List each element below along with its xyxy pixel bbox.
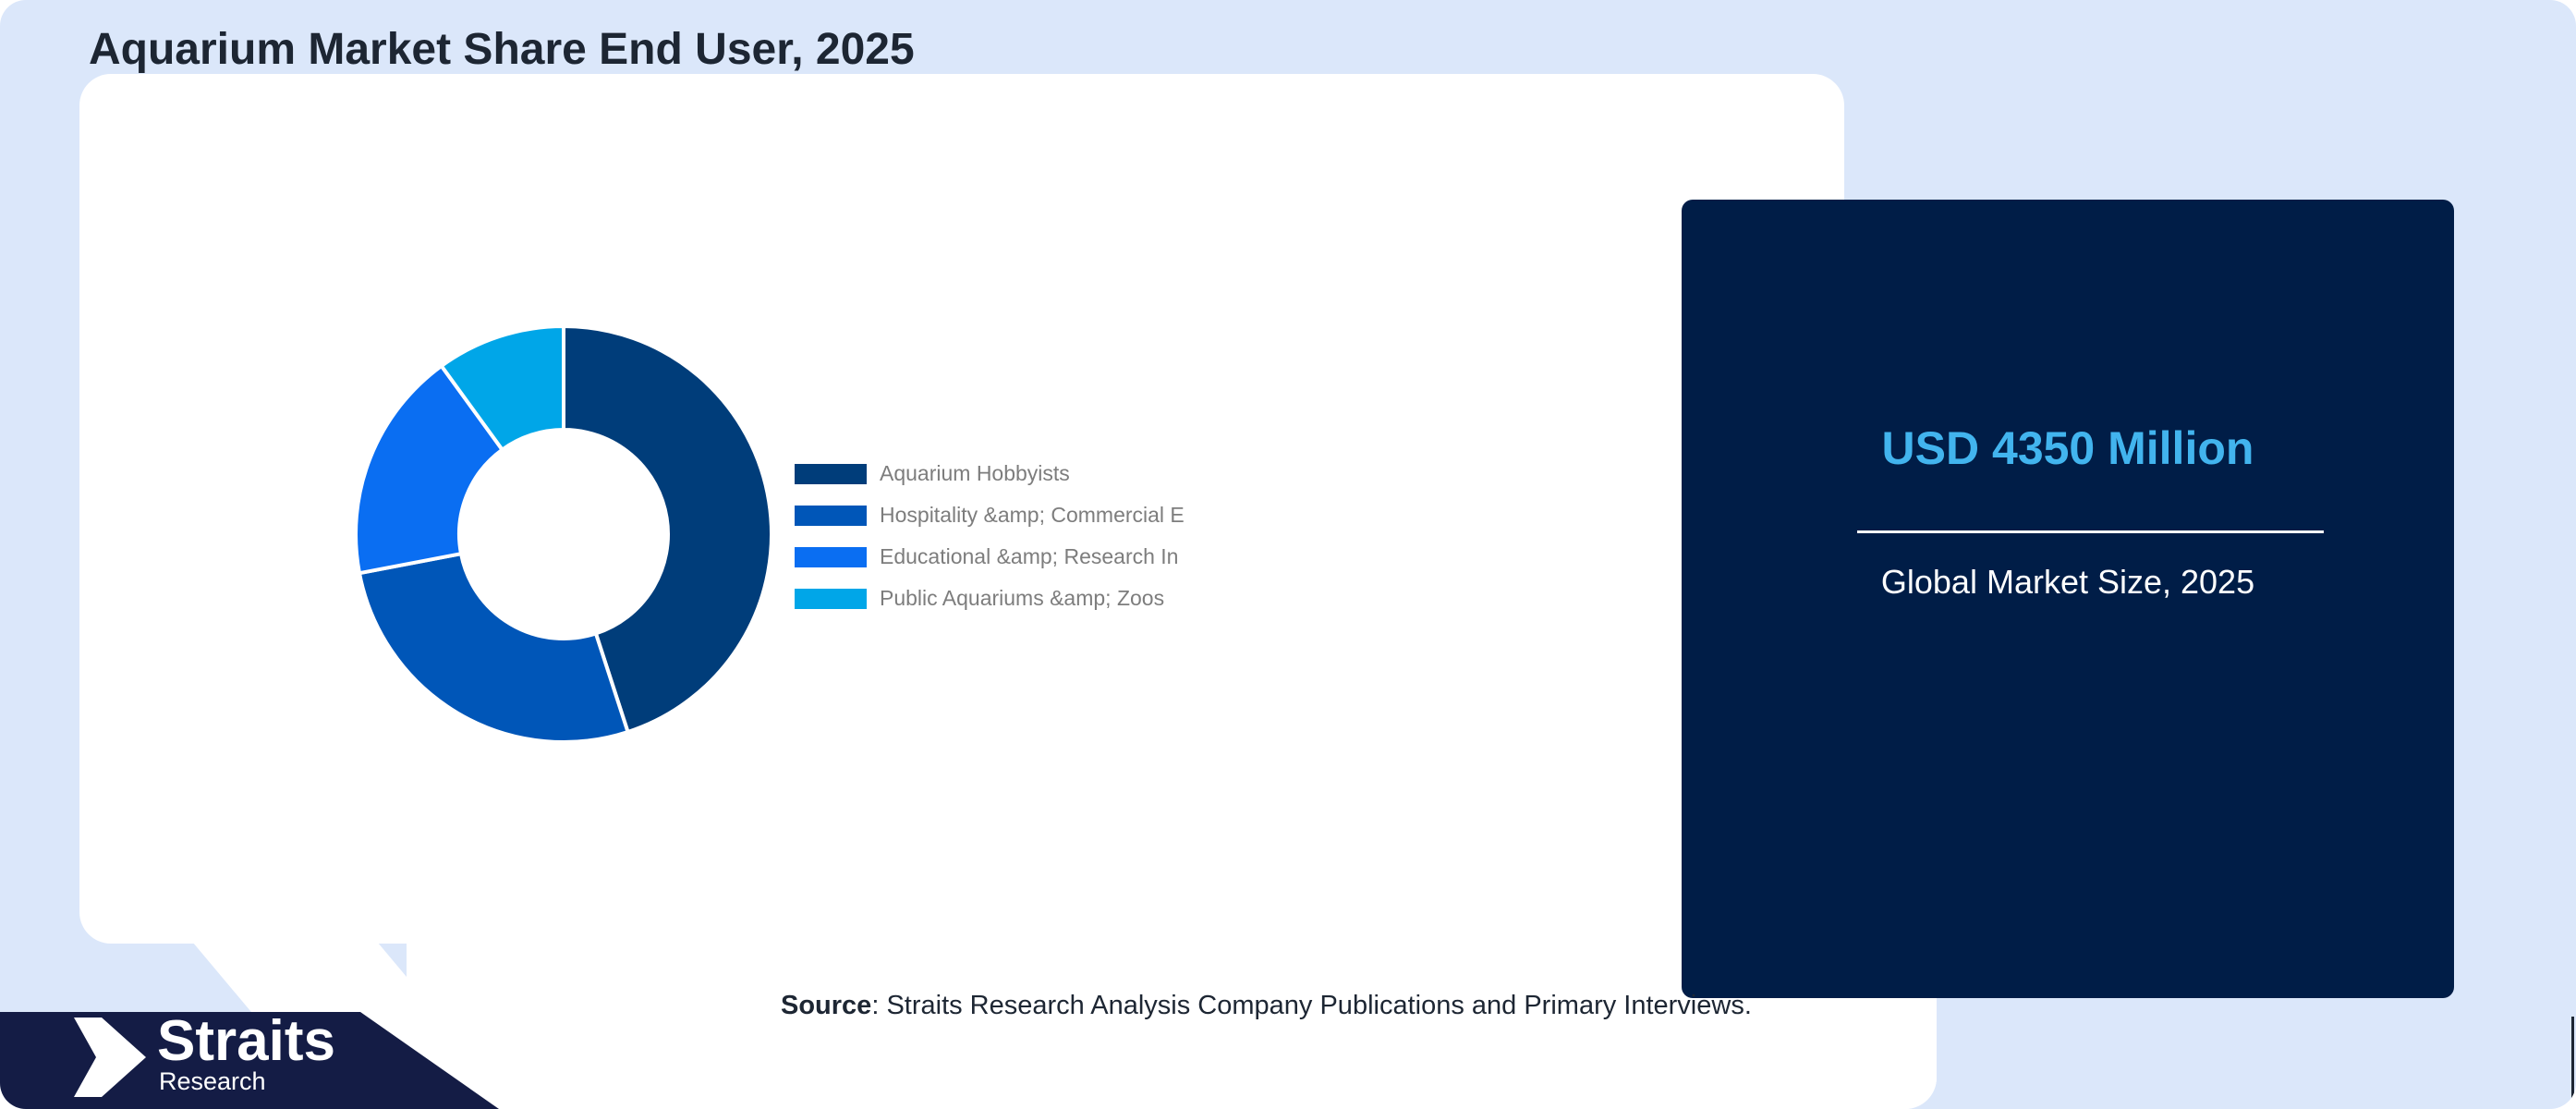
legend-label: Public Aquariums &amp; Zoos (880, 586, 1164, 610)
legend-swatch (795, 506, 867, 526)
donut-slice (357, 551, 631, 744)
market-size-panel: USD 4350 Million Global Market Size, 202… (1682, 200, 2454, 998)
chart-legend: Aquarium Hobbyists Hospitality &amp; Comm… (795, 461, 1185, 610)
legend-swatch (795, 464, 867, 484)
donut-slices (354, 323, 773, 744)
logo-subtitle: Research (159, 1067, 266, 1095)
legend-swatch (795, 589, 867, 609)
legend-label: Hospitality &amp; Commercial E (880, 503, 1185, 527)
straits-logo-icon (74, 1018, 146, 1097)
source-text: : Straits Research Analysis Company Publ… (871, 991, 1752, 1020)
market-size-value: USD 4350 Million (1881, 422, 2254, 474)
legend-swatch (795, 547, 867, 567)
edge-mark (2571, 1017, 2574, 1109)
legend-label: Educational &amp; Research In (880, 544, 1178, 568)
legend-label: Aquarium Hobbyists (880, 461, 1070, 485)
stat-divider (1857, 530, 2324, 533)
logo-wordmark: Straits (157, 1009, 335, 1073)
page-title: Aquarium Market Share End User, 2025 (89, 25, 915, 74)
page-frame: Aquarium Market Share End User, 2025 Aqu… (0, 0, 2576, 1109)
source-note: Source: Straits Research Analysis Compan… (781, 991, 1752, 1021)
source-label: Source (781, 991, 872, 1020)
donut-chart: Aquarium Hobbyists Hospitality &amp; Comm… (354, 323, 1185, 744)
market-size-label: Global Market Size, 2025 (1880, 563, 2255, 601)
